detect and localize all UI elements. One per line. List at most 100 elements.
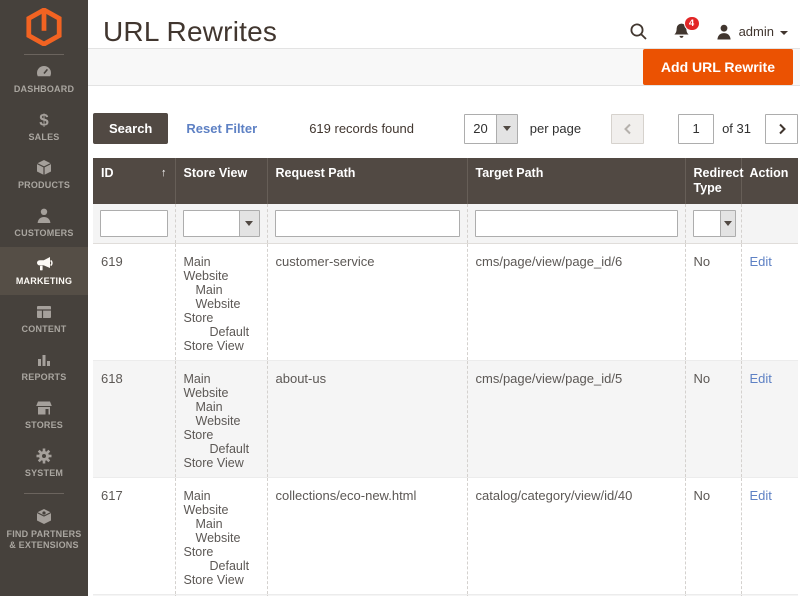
chevron-down-icon: [239, 211, 259, 236]
sidebar-item-label: DASHBOARD: [2, 84, 86, 95]
column-header-store-view[interactable]: Store View: [175, 158, 267, 204]
pagination: 20 per page of 31: [464, 114, 798, 144]
dashboard-icon: [35, 63, 53, 81]
table-row[interactable]: 618 Main Website Main Website Store Defa…: [93, 361, 798, 478]
column-header-id[interactable]: ID ↑: [93, 158, 175, 204]
table-row[interactable]: 617 Main Website Main Website Store Defa…: [93, 478, 798, 595]
notifications-badge: 4: [684, 16, 700, 31]
system-icon: [35, 447, 53, 465]
page-title: URL Rewrites: [103, 16, 277, 48]
cell-target-path: cms/page/view/page_id/6: [467, 244, 685, 361]
edit-link[interactable]: Edit: [750, 488, 772, 503]
admin-menu[interactable]: admin: [715, 23, 788, 41]
admin-username: admin: [739, 24, 774, 39]
grid-filter-row: [93, 204, 798, 244]
edit-link[interactable]: Edit: [750, 254, 772, 269]
sidebar-item-dashboard[interactable]: DASHBOARD: [0, 55, 88, 103]
sidebar-item-find-partners[interactable]: FIND PARTNERS & EXTENSIONS: [0, 500, 88, 558]
grid-header-row: ID ↑ Store View Request Path Target Path…: [93, 158, 798, 204]
cell-redirect-type: No: [685, 361, 741, 478]
add-url-rewrite-button[interactable]: Add URL Rewrite: [643, 49, 793, 85]
sidebar-item-marketing[interactable]: MARKETING: [0, 247, 88, 295]
magento-logo[interactable]: [0, 0, 88, 54]
sidebar-nav: DASHBOARD $ SALES PRODUCTS: [0, 55, 88, 558]
previous-page-button[interactable]: [611, 114, 644, 144]
global-search-button[interactable]: [629, 22, 648, 41]
per-page-label: per page: [530, 121, 581, 136]
search-icon: [629, 22, 648, 41]
per-page-value: 20: [465, 115, 495, 143]
reset-filter-link[interactable]: Reset Filter: [186, 121, 257, 136]
sidebar-item-system[interactable]: SYSTEM: [0, 439, 88, 487]
sidebar-item-stores[interactable]: STORES: [0, 391, 88, 439]
search-button[interactable]: Search: [93, 113, 168, 144]
cell-request-path: customer-service: [267, 244, 467, 361]
edit-link[interactable]: Edit: [750, 371, 772, 386]
next-page-button[interactable]: [765, 114, 798, 144]
user-icon: [715, 23, 733, 41]
grid-toolbar: Search Reset Filter 619 records found 20…: [93, 113, 798, 144]
sidebar-item-content[interactable]: CONTENT: [0, 295, 88, 343]
cell-target-path: catalog/category/view/id/40: [467, 478, 685, 595]
chevron-right-icon: [777, 123, 787, 135]
notifications-button[interactable]: 4: [672, 22, 691, 41]
cell-id: 618: [93, 361, 175, 478]
products-icon: [35, 159, 53, 177]
records-found-text: 619 records found: [309, 121, 414, 136]
nav-divider: [24, 493, 64, 494]
sidebar-item-sales[interactable]: $ SALES: [0, 103, 88, 151]
cell-store-view: Main Website Main Website Store Default …: [175, 244, 267, 361]
redirect-type-filter-select[interactable]: [693, 210, 736, 237]
sidebar-item-label: SALES: [2, 132, 86, 143]
svg-text:$: $: [39, 111, 49, 129]
sidebar-item-label: STORES: [2, 420, 86, 431]
url-rewrites-grid: ID ↑ Store View Request Path Target Path…: [93, 158, 798, 596]
cell-target-path: cms/page/view/page_id/5: [467, 361, 685, 478]
cell-redirect-type: No: [685, 478, 741, 595]
page-actions-bar: Add URL Rewrite: [88, 48, 800, 86]
cell-id: 619: [93, 244, 175, 361]
store-view-filter-select[interactable]: [183, 210, 260, 237]
stores-icon: [35, 399, 53, 417]
sidebar-item-reports[interactable]: REPORTS: [0, 343, 88, 391]
magento-logo-icon: [25, 8, 63, 46]
current-page-input[interactable]: [678, 114, 714, 144]
cell-store-view: Main Website Main Website Store Default …: [175, 361, 267, 478]
cell-store-view: Main Website Main Website Store Default …: [175, 478, 267, 595]
sidebar-item-label: SYSTEM: [2, 468, 86, 479]
marketing-icon: [35, 255, 54, 273]
reports-icon: [35, 351, 53, 369]
column-header-action[interactable]: Action: [741, 158, 798, 204]
sidebar-item-customers[interactable]: CUSTOMERS: [0, 199, 88, 247]
id-filter-input[interactable]: [100, 210, 168, 237]
column-header-redirect-type[interactable]: Redirect Type: [685, 158, 741, 204]
page-header: URL Rewrites 4: [88, 0, 800, 48]
sidebar-item-label: REPORTS: [2, 372, 86, 383]
find-partners-icon: [35, 508, 53, 526]
content-icon: [35, 303, 53, 321]
request-path-filter-input[interactable]: [275, 210, 460, 237]
table-row[interactable]: 619 Main Website Main Website Store Defa…: [93, 244, 798, 361]
column-header-target-path[interactable]: Target Path: [467, 158, 685, 204]
customers-icon: [35, 207, 53, 225]
sidebar-item-label: CUSTOMERS: [2, 228, 86, 239]
chevron-down-icon: [720, 211, 735, 236]
sidebar-item-label: MARKETING: [2, 276, 86, 287]
sidebar-item-label: FIND PARTNERS & EXTENSIONS: [2, 529, 86, 551]
cell-request-path: about-us: [267, 361, 467, 478]
chevron-down-icon: [780, 31, 788, 35]
sales-icon: $: [35, 111, 53, 129]
sort-asc-icon: ↑: [161, 166, 167, 181]
action-filter-cell: [741, 204, 798, 244]
sidebar-item-label: PRODUCTS: [2, 180, 86, 191]
column-header-request-path[interactable]: Request Path: [267, 158, 467, 204]
magento-admin-app: DASHBOARD $ SALES PRODUCTS: [0, 0, 800, 596]
chevron-left-icon: [623, 123, 633, 135]
sidebar-item-products[interactable]: PRODUCTS: [0, 151, 88, 199]
cell-request-path: collections/eco-new.html: [267, 478, 467, 595]
target-path-filter-input[interactable]: [475, 210, 678, 237]
per-page-select[interactable]: 20: [464, 114, 517, 144]
header-actions: 4 admin: [629, 22, 792, 41]
sidebar: DASHBOARD $ SALES PRODUCTS: [0, 0, 88, 596]
main-content: URL Rewrites 4: [88, 0, 800, 596]
